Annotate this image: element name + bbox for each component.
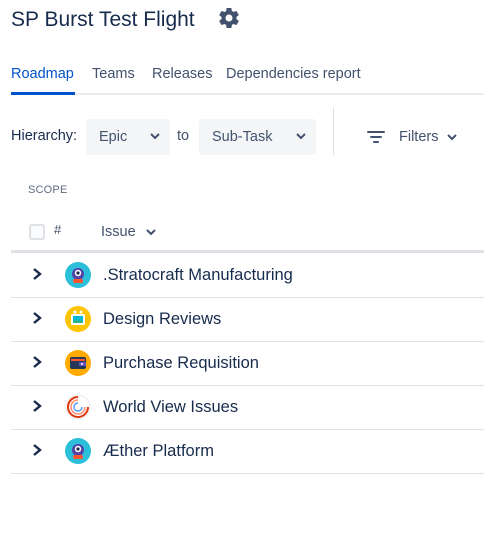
tab-dependencies-report[interactable]: Dependencies report (226, 66, 361, 82)
hierarchy-to-value: Sub-Task (212, 129, 273, 145)
robot-avatar-icon (65, 438, 91, 464)
hash-column-header: # (54, 222, 62, 237)
picture-frame-avatar-icon (65, 306, 91, 332)
filter-icon (367, 131, 385, 143)
epic-label: .Stratocraft Manufacturing (103, 266, 293, 284)
tab-teams[interactable]: Teams (92, 66, 135, 82)
epic-label: World View Issues (103, 398, 239, 416)
hierarchy-to-label: to (177, 128, 190, 144)
tabs-divider (11, 93, 484, 95)
table-row[interactable]: Design Reviews (11, 298, 484, 342)
chevron-right-icon[interactable] (31, 267, 43, 281)
select-all-checkbox[interactable] (29, 224, 45, 240)
table-row[interactable]: Æther Platform (11, 430, 484, 474)
issue-header-label: Issue (101, 224, 136, 240)
chevron-right-icon[interactable] (31, 311, 43, 325)
chevron-down-icon (150, 133, 160, 140)
hierarchy-label: Hierarchy: (11, 128, 78, 144)
issue-column-header[interactable]: Issue (101, 224, 156, 240)
scope-heading: SCOPE (28, 184, 68, 196)
tab-releases[interactable]: Releases (152, 66, 212, 82)
table-row[interactable]: World View Issues (11, 386, 484, 430)
tab-roadmap[interactable]: Roadmap (11, 66, 74, 82)
table-row[interactable]: .Stratocraft Manufacturing (11, 254, 484, 298)
hierarchy-from-select[interactable]: Epic (86, 119, 170, 155)
chevron-right-icon[interactable] (31, 443, 43, 457)
hierarchy-to-select[interactable]: Sub-Task (199, 119, 316, 155)
table-row[interactable]: Purchase Requisition (11, 342, 484, 386)
table-header-divider (11, 250, 484, 253)
wallet-avatar-icon (65, 350, 91, 376)
filters-label: Filters (399, 129, 439, 145)
chevron-down-icon (447, 134, 458, 141)
hierarchy-from-value: Epic (99, 129, 128, 145)
epic-label: Æther Platform (103, 442, 214, 460)
chevron-right-icon[interactable] (31, 399, 43, 413)
filters-button[interactable]: Filters (366, 119, 458, 155)
epic-label: Design Reviews (103, 310, 222, 328)
robot-avatar-icon (65, 262, 91, 288)
page-title: SP Burst Test Flight (11, 8, 195, 31)
chevron-right-icon[interactable] (31, 355, 43, 369)
toolbar-divider (333, 107, 334, 155)
active-tab-indicator (11, 92, 75, 95)
epic-label: Purchase Requisition (103, 354, 259, 372)
gear-icon[interactable] (217, 6, 241, 30)
chevron-down-icon (296, 133, 306, 140)
swirl-avatar-icon (65, 394, 91, 420)
chevron-down-icon (145, 229, 156, 236)
